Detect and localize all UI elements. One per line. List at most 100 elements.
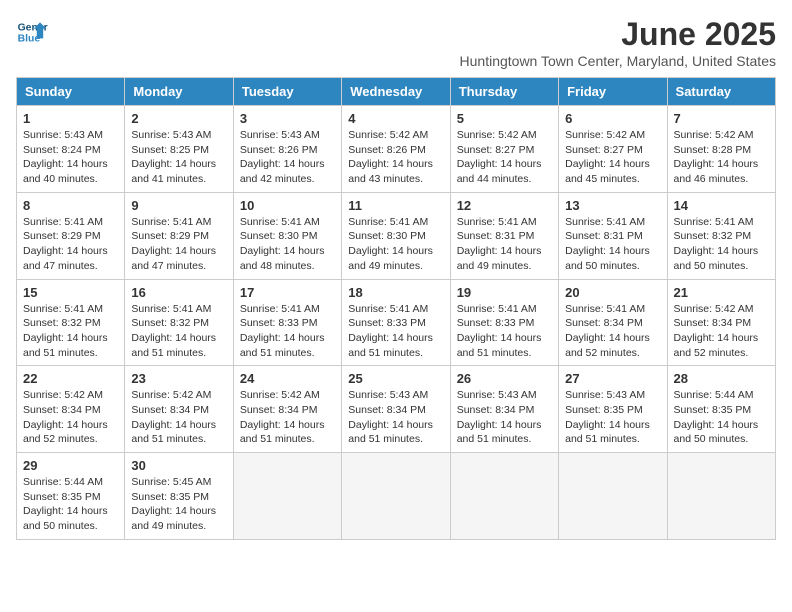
calendar-cell: 7Sunrise: 5:42 AMSunset: 8:28 PMDaylight… bbox=[667, 106, 775, 193]
weekday-header-tuesday: Tuesday bbox=[233, 78, 341, 106]
day-info: Sunrise: 5:41 AMSunset: 8:31 PMDaylight:… bbox=[457, 215, 552, 274]
weekday-header-friday: Friday bbox=[559, 78, 667, 106]
day-number: 13 bbox=[565, 198, 660, 213]
day-number: 25 bbox=[348, 371, 443, 386]
day-info: Sunrise: 5:43 AMSunset: 8:25 PMDaylight:… bbox=[131, 128, 226, 187]
day-number: 26 bbox=[457, 371, 552, 386]
day-info: Sunrise: 5:42 AMSunset: 8:34 PMDaylight:… bbox=[240, 388, 335, 447]
calendar-cell: 21 Sunrise: 5:42 AMSunset: 8:34 PMDayligh… bbox=[667, 279, 775, 366]
day-number: 28 bbox=[674, 371, 769, 386]
day-info: Sunrise: 5:41 AMSunset: 8:30 PMDaylight:… bbox=[240, 215, 335, 274]
calendar-cell: 26 Sunrise: 5:43 AMSunset: 8:34 PMDayligh… bbox=[450, 366, 558, 453]
calendar-cell: 2 Sunrise: 5:43 AMSunset: 8:25 PMDaylight… bbox=[125, 106, 233, 193]
calendar-subtitle: Huntingtown Town Center, Maryland, Unite… bbox=[460, 53, 776, 69]
day-info: Sunrise: 5:41 AMSunset: 8:33 PMDaylight:… bbox=[457, 302, 552, 361]
calendar-title: June 2025 bbox=[460, 16, 776, 53]
day-number: 23 bbox=[131, 371, 226, 386]
calendar-cell: 30 Sunrise: 5:45 AMSunset: 8:35 PMDayligh… bbox=[125, 453, 233, 540]
week-row-3: 15 Sunrise: 5:41 AMSunset: 8:32 PMDayligh… bbox=[17, 279, 776, 366]
weekday-header-monday: Monday bbox=[125, 78, 233, 106]
calendar-cell bbox=[559, 453, 667, 540]
day-number: 27 bbox=[565, 371, 660, 386]
page-header: General Blue June 2025 Huntingtown Town … bbox=[16, 16, 776, 69]
weekday-header-row: SundayMondayTuesdayWednesdayThursdayFrid… bbox=[17, 78, 776, 106]
day-number: 12 bbox=[457, 198, 552, 213]
day-number: 11 bbox=[348, 198, 443, 213]
day-info: Sunrise: 5:41 AMSunset: 8:32 PMDaylight:… bbox=[23, 302, 118, 361]
weekday-header-saturday: Saturday bbox=[667, 78, 775, 106]
week-row-5: 29Sunrise: 5:44 AMSunset: 8:35 PMDayligh… bbox=[17, 453, 776, 540]
day-info: Sunrise: 5:42 AMSunset: 8:27 PMDaylight:… bbox=[457, 128, 552, 187]
day-info: Sunrise: 5:42 AMSunset: 8:26 PMDaylight:… bbox=[348, 128, 443, 187]
day-info: Sunrise: 5:42 AMSunset: 8:34 PMDaylight:… bbox=[23, 388, 118, 447]
weekday-header-sunday: Sunday bbox=[17, 78, 125, 106]
day-info: Sunrise: 5:44 AMSunset: 8:35 PMDaylight:… bbox=[23, 475, 118, 534]
day-info: Sunrise: 5:41 AMSunset: 8:29 PMDaylight:… bbox=[23, 215, 118, 274]
day-number: 15 bbox=[23, 285, 118, 300]
day-number: 6 bbox=[565, 111, 660, 126]
day-number: 16 bbox=[131, 285, 226, 300]
calendar-cell: 4Sunrise: 5:42 AMSunset: 8:26 PMDaylight… bbox=[342, 106, 450, 193]
day-number: 9 bbox=[131, 198, 226, 213]
day-info: Sunrise: 5:42 AMSunset: 8:34 PMDaylight:… bbox=[131, 388, 226, 447]
day-info: Sunrise: 5:41 AMSunset: 8:29 PMDaylight:… bbox=[131, 215, 226, 274]
day-info: Sunrise: 5:45 AMSunset: 8:35 PMDaylight:… bbox=[131, 475, 226, 534]
calendar-cell: 18 Sunrise: 5:41 AMSunset: 8:33 PMDayligh… bbox=[342, 279, 450, 366]
logo: General Blue bbox=[16, 16, 48, 48]
day-number: 17 bbox=[240, 285, 335, 300]
day-number: 10 bbox=[240, 198, 335, 213]
day-info: Sunrise: 5:41 AMSunset: 8:30 PMDaylight:… bbox=[348, 215, 443, 274]
day-info: Sunrise: 5:43 AMSunset: 8:34 PMDaylight:… bbox=[348, 388, 443, 447]
title-area: June 2025 Huntingtown Town Center, Maryl… bbox=[460, 16, 776, 69]
day-number: 14 bbox=[674, 198, 769, 213]
calendar-cell bbox=[667, 453, 775, 540]
day-info: Sunrise: 5:44 AMSunset: 8:35 PMDaylight:… bbox=[674, 388, 769, 447]
calendar-cell bbox=[342, 453, 450, 540]
day-info: Sunrise: 5:43 AMSunset: 8:35 PMDaylight:… bbox=[565, 388, 660, 447]
weekday-header-thursday: Thursday bbox=[450, 78, 558, 106]
calendar-cell: 22 Sunrise: 5:42 AMSunset: 8:34 PMDayligh… bbox=[17, 366, 125, 453]
day-info: Sunrise: 5:43 AMSunset: 8:24 PMDaylight:… bbox=[23, 128, 118, 187]
calendar-cell: 25 Sunrise: 5:43 AMSunset: 8:34 PMDayligh… bbox=[342, 366, 450, 453]
calendar-cell: 9 Sunrise: 5:41 AMSunset: 8:29 PMDaylight… bbox=[125, 192, 233, 279]
calendar-cell bbox=[450, 453, 558, 540]
day-number: 18 bbox=[348, 285, 443, 300]
day-info: Sunrise: 5:43 AMSunset: 8:26 PMDaylight:… bbox=[240, 128, 335, 187]
day-number: 21 bbox=[674, 285, 769, 300]
week-row-2: 8 Sunrise: 5:41 AMSunset: 8:29 PMDaylight… bbox=[17, 192, 776, 279]
week-row-1: 1 Sunrise: 5:43 AMSunset: 8:24 PMDaylight… bbox=[17, 106, 776, 193]
day-number: 30 bbox=[131, 458, 226, 473]
calendar-table: SundayMondayTuesdayWednesdayThursdayFrid… bbox=[16, 77, 776, 540]
day-info: Sunrise: 5:41 AMSunset: 8:31 PMDaylight:… bbox=[565, 215, 660, 274]
day-info: Sunrise: 5:41 AMSunset: 8:33 PMDaylight:… bbox=[240, 302, 335, 361]
weekday-header-wednesday: Wednesday bbox=[342, 78, 450, 106]
day-number: 20 bbox=[565, 285, 660, 300]
calendar-cell: 16Sunrise: 5:41 AMSunset: 8:32 PMDayligh… bbox=[125, 279, 233, 366]
calendar-cell: 20 Sunrise: 5:41 AMSunset: 8:34 PMDayligh… bbox=[559, 279, 667, 366]
calendar-cell: 8 Sunrise: 5:41 AMSunset: 8:29 PMDaylight… bbox=[17, 192, 125, 279]
calendar-cell: 27 Sunrise: 5:43 AMSunset: 8:35 PMDayligh… bbox=[559, 366, 667, 453]
day-info: Sunrise: 5:41 AMSunset: 8:34 PMDaylight:… bbox=[565, 302, 660, 361]
day-number: 1 bbox=[23, 111, 118, 126]
day-info: Sunrise: 5:41 AMSunset: 8:32 PMDaylight:… bbox=[674, 215, 769, 274]
day-number: 3 bbox=[240, 111, 335, 126]
logo-icon: General Blue bbox=[16, 16, 48, 48]
calendar-cell: 12 Sunrise: 5:41 AMSunset: 8:31 PMDayligh… bbox=[450, 192, 558, 279]
day-info: Sunrise: 5:42 AMSunset: 8:34 PMDaylight:… bbox=[674, 302, 769, 361]
day-number: 5 bbox=[457, 111, 552, 126]
calendar-cell bbox=[233, 453, 341, 540]
calendar-cell: 3 Sunrise: 5:43 AMSunset: 8:26 PMDaylight… bbox=[233, 106, 341, 193]
day-number: 22 bbox=[23, 371, 118, 386]
day-info: Sunrise: 5:42 AMSunset: 8:27 PMDaylight:… bbox=[565, 128, 660, 187]
calendar-cell: 23 Sunrise: 5:42 AMSunset: 8:34 PMDayligh… bbox=[125, 366, 233, 453]
day-number: 2 bbox=[131, 111, 226, 126]
calendar-cell: 29Sunrise: 5:44 AMSunset: 8:35 PMDayligh… bbox=[17, 453, 125, 540]
calendar-cell: 19Sunrise: 5:41 AMSunset: 8:33 PMDayligh… bbox=[450, 279, 558, 366]
calendar-cell: 1 Sunrise: 5:43 AMSunset: 8:24 PMDaylight… bbox=[17, 106, 125, 193]
day-info: Sunrise: 5:43 AMSunset: 8:34 PMDaylight:… bbox=[457, 388, 552, 447]
calendar-cell: 11 Sunrise: 5:41 AMSunset: 8:30 PMDayligh… bbox=[342, 192, 450, 279]
calendar-cell: 24Sunrise: 5:42 AMSunset: 8:34 PMDayligh… bbox=[233, 366, 341, 453]
day-number: 8 bbox=[23, 198, 118, 213]
week-row-4: 22 Sunrise: 5:42 AMSunset: 8:34 PMDayligh… bbox=[17, 366, 776, 453]
day-info: Sunrise: 5:41 AMSunset: 8:33 PMDaylight:… bbox=[348, 302, 443, 361]
